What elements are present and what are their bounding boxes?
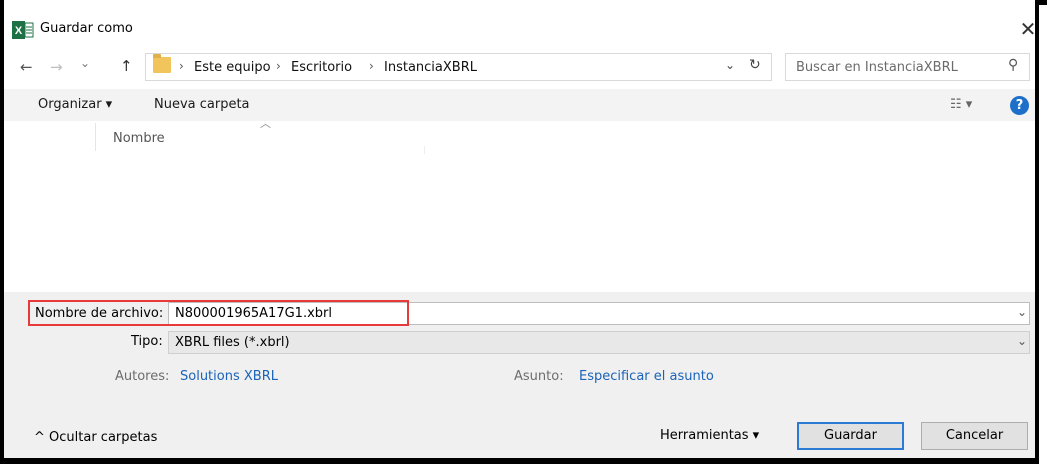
- file-list-area[interactable]: [4, 121, 1035, 292]
- column-divider: [95, 123, 96, 151]
- breadcrumb-separator: ›: [369, 59, 374, 73]
- breadcrumb-escritorio[interactable]: Escritorio: [291, 60, 352, 75]
- column-header-name[interactable]: Nombre: [113, 131, 165, 146]
- filename-highlight-box: [28, 300, 409, 326]
- folder-icon: [153, 54, 171, 73]
- save-button[interactable]: Guardar: [797, 422, 904, 450]
- cancel-button[interactable]: Cancelar: [921, 422, 1028, 450]
- tools-menu-button[interactable]: Herramientas ▾: [660, 428, 759, 443]
- search-icon[interactable]: ⚲: [1008, 57, 1018, 73]
- breadcrumb-instanciaxbrl[interactable]: InstanciaXBRL: [384, 60, 477, 75]
- authors-label: Autores:: [115, 369, 170, 384]
- help-icon[interactable]: ?: [1010, 96, 1029, 115]
- subject-value[interactable]: Especificar el asunto: [579, 369, 714, 384]
- breadcrumb-este-equipo[interactable]: Este equipo: [194, 60, 271, 75]
- subject-label: Asunto:: [514, 369, 564, 384]
- close-button[interactable]: ✕: [1016, 17, 1040, 41]
- refresh-icon[interactable]: ↻: [749, 57, 761, 73]
- breadcrumb-separator: ›: [179, 59, 184, 73]
- sort-ascending-icon: ︿: [260, 117, 271, 130]
- forward-arrow-icon[interactable]: →: [50, 58, 63, 76]
- file-type-label: Tipo:: [131, 334, 163, 349]
- svg-text:X: X: [15, 25, 23, 37]
- file-type-select[interactable]: XBRL files (*.xbrl): [168, 331, 1030, 354]
- breadcrumb-separator: ›: [276, 59, 281, 73]
- dialog-title: Guardar como: [40, 21, 133, 36]
- organize-menu-button[interactable]: Organizar ▾: [38, 97, 112, 112]
- filename-dropdown-chevron-icon[interactable]: ⌄: [1017, 305, 1027, 319]
- hide-folders-toggle[interactable]: ^ Ocultar carpetas: [34, 430, 157, 445]
- back-arrow-icon[interactable]: ←: [20, 58, 33, 76]
- column-divider: [424, 146, 425, 154]
- view-options-icon[interactable]: ☷ ▾: [950, 97, 972, 112]
- authors-value[interactable]: Solutions XBRL: [180, 369, 278, 384]
- search-input[interactable]: Buscar en InstanciaXBRL: [796, 60, 958, 75]
- new-folder-button[interactable]: Nueva carpeta: [154, 97, 250, 112]
- address-dropdown-chevron-icon[interactable]: ⌄: [725, 58, 735, 72]
- up-arrow-icon[interactable]: ↑: [120, 57, 133, 75]
- recent-locations-chevron-icon[interactable]: ⌄: [80, 56, 90, 70]
- excel-icon: X: [12, 21, 34, 39]
- file-type-chevron-icon[interactable]: ⌄: [1017, 334, 1027, 348]
